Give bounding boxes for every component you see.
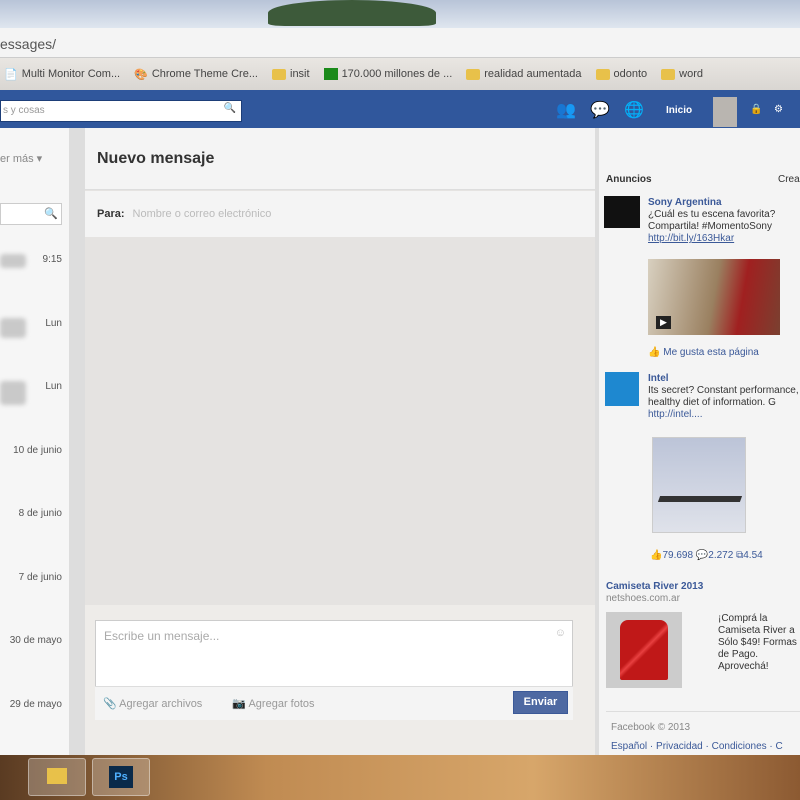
sony-logo[interactable] <box>604 196 640 228</box>
ad-text: Its secret? Constant performance, a heal… <box>648 385 800 408</box>
photoshop-icon: Ps <box>109 766 133 788</box>
create-ad-link[interactable]: Crear <box>778 174 800 185</box>
bookmark-folder[interactable]: insit <box>272 66 310 82</box>
ad-video-thumbnail[interactable]: ▶ <box>648 259 780 335</box>
bookmark-label: Multi Monitor Com... <box>21 68 121 80</box>
comments-count: 2.272 <box>708 550 734 561</box>
like-label: Me gusta esta página <box>663 347 759 358</box>
thumbs-up-icon: 👍 <box>650 550 663 561</box>
wallpaper-tree <box>268 0 436 26</box>
taskbar-explorer[interactable] <box>28 758 86 796</box>
play-icon[interactable]: ▶ <box>656 316 671 329</box>
likes-count: 79.698 <box>662 550 694 561</box>
ads-header: Anuncios <box>606 174 652 185</box>
messages-icon[interactable]: 💬 <box>590 100 610 120</box>
bookmark-folder[interactable]: realidad aumentada <box>466 66 582 82</box>
ad-text: ¡Comprá la Camiseta River a Sólo $49! Fo… <box>718 613 797 672</box>
attach-file-button[interactable]: 📎 Agregar archivos <box>103 697 202 710</box>
search-input[interactable]: s y cosas 🔍 <box>0 100 242 122</box>
emoji-icon[interactable]: ☺ <box>555 627 566 639</box>
like-page-link[interactable]: 👍 Me gusta esta página <box>648 347 759 359</box>
settings-icon[interactable]: ⚙ <box>774 104 783 115</box>
ad-sony[interactable]: Sony Argentina ¿Cuál es tu escena favori… <box>648 197 800 245</box>
notifications-icon[interactable]: 🌐 <box>624 100 644 120</box>
more-dropdown[interactable]: er más ▾ <box>0 152 42 165</box>
friend-requests-icon[interactable]: 👥 <box>556 100 576 120</box>
ad-domain: netshoes.com.ar <box>606 593 680 604</box>
ad-river[interactable]: Camiseta River 2013 netshoes.com.ar <box>606 581 703 605</box>
ad-link[interactable]: http://bit.ly/163Hkar <box>648 233 800 245</box>
ad-stats: 👍79.698 💬2.272 ⧉4.54 <box>650 550 763 562</box>
theme-icon: 🎨 <box>134 68 148 81</box>
site-icon <box>323 68 338 80</box>
ad-image-jersey[interactable] <box>606 612 682 688</box>
ad-title[interactable]: Sony Argentina <box>648 197 800 209</box>
shares-count: 4.54 <box>743 550 763 561</box>
conversation-time[interactable]: Lun <box>0 318 62 329</box>
ad-intel[interactable]: Intel Its secret? Constant performance, … <box>648 373 800 421</box>
thumbs-up-icon: 👍 <box>648 347 664 358</box>
to-label: Para: <box>97 208 125 220</box>
compose-toolbar: 📎 Agregar archivos 📷 Agregar fotos <box>95 686 573 720</box>
message-placeholder: Escribe un mensaje... <box>104 629 220 643</box>
bookmarks-bar: 📄 Multi Monitor Com... 🎨 Chrome Theme Cre.… <box>0 58 800 90</box>
comment-icon: 💬 <box>695 550 709 561</box>
taskbar-photoshop[interactable]: Ps <box>92 758 150 796</box>
address-bar[interactable]: essages/ <box>0 28 800 58</box>
search-icon: 🔍 <box>44 208 58 220</box>
bookmark-label: insit <box>290 68 310 80</box>
folder-icon <box>272 68 286 80</box>
bookmark-folder[interactable]: word <box>661 66 703 82</box>
recipient-field[interactable]: Para: Nombre o correo electrónico <box>85 191 595 237</box>
intel-logo[interactable] <box>605 372 639 406</box>
ad-text: ¿Cuál es tu escena favorita? Compartila!… <box>648 209 776 232</box>
ad-title[interactable]: Camiseta River 2013 <box>606 581 703 593</box>
conversation-time[interactable]: 9:15 <box>0 254 62 265</box>
bookmark[interactable]: 🎨 Chrome Theme Cre... <box>134 66 258 82</box>
attach-photo-button[interactable]: 📷 Agregar fotos <box>232 697 314 710</box>
search-icon[interactable]: 🔍 <box>224 103 236 114</box>
ad-image-ultrabook[interactable] <box>652 437 746 533</box>
ad-title[interactable]: Intel <box>648 373 800 385</box>
footer-links[interactable]: Español · Privacidad · Condiciones · C <box>611 741 783 753</box>
footer-copyright: Facebook © 2013 <box>611 722 691 733</box>
ad-link[interactable]: http://intel.... <box>648 409 800 421</box>
conversation-time[interactable]: 30 de mayo <box>0 635 62 646</box>
send-button[interactable]: Enviar <box>513 691 568 714</box>
paperclip-icon: 📎 <box>103 698 120 710</box>
jersey-shape <box>620 620 668 680</box>
privacy-icon[interactable]: 🔒 <box>750 104 762 115</box>
page-title: Nuevo mensaje <box>85 128 595 190</box>
folder-icon <box>595 68 610 80</box>
avatar[interactable] <box>713 97 737 127</box>
page-icon: 📄 <box>4 68 18 81</box>
camera-icon: 📷 <box>232 698 249 710</box>
bookmark-folder[interactable]: odonto <box>595 66 648 82</box>
to-placeholder: Nombre o correo electrónico <box>132 208 272 220</box>
home-link[interactable]: Inicio <box>666 105 692 116</box>
bookmark-label: 170.000 millones de ... <box>341 68 453 80</box>
conversation-time[interactable]: 8 de junio <box>0 508 62 519</box>
search-placeholder: s y cosas <box>3 105 45 116</box>
bookmark-label: Chrome Theme Cre... <box>151 68 258 80</box>
bookmark-label: word <box>679 68 703 80</box>
conversation-time[interactable]: 29 de mayo <box>0 699 62 710</box>
folder-icon <box>466 68 481 80</box>
bookmark-label: odonto <box>613 68 648 80</box>
conversation-time[interactable]: 7 de junio <box>0 572 62 583</box>
bookmark[interactable]: 170.000 millones de ... <box>323 66 453 82</box>
bookmark-label: realidad aumentada <box>484 68 582 80</box>
folder-icon <box>47 768 67 784</box>
conversation-time[interactable]: Lun <box>0 381 62 392</box>
conversation-search[interactable]: 🔍 <box>0 203 62 225</box>
attach-file-label: Agregar archivos <box>119 698 203 710</box>
attach-photo-label: Agregar fotos <box>248 698 315 710</box>
bookmark[interactable]: 📄 Multi Monitor Com... <box>4 66 120 82</box>
divider <box>606 711 800 712</box>
folder-icon <box>661 68 676 80</box>
conversation-time[interactable]: 10 de junio <box>0 445 62 456</box>
